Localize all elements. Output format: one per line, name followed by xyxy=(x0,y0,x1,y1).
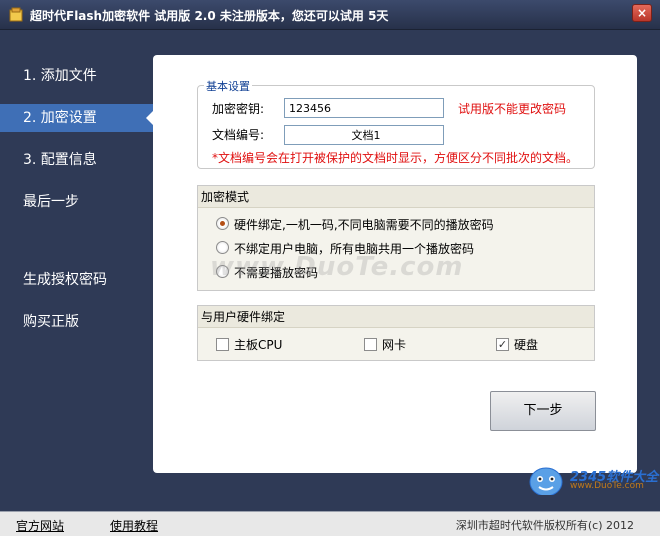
encrypt-mode-header: 加密模式 xyxy=(198,186,594,208)
option-shared-password[interactable]: 不绑定用户电脑，所有电脑共用一个播放密码 xyxy=(234,240,474,257)
sidebar: 1. 添加文件 2. 加密设置 3. 配置信息 最后一步 生成授权密码 购买正版 xyxy=(0,30,153,495)
settings-panel: 基本设置 加密密钥: 试用版不能更改密码 文档编号: *文档编号会在打开被保护的… xyxy=(153,55,637,473)
option-hardware-binding[interactable]: 硬件绑定,一机一码,不同电脑需要不同的播放密码 xyxy=(234,216,494,233)
hardware-binding-header: 与用户硬件绑定 xyxy=(198,306,594,328)
hardware-binding-group: 与用户硬件绑定 主板CPU 网卡 ✓ 硬盘 xyxy=(197,305,595,361)
checkbox-hard-disk[interactable]: ✓ xyxy=(496,338,509,351)
title-bar: 超时代Flash加密软件 试用版 2.0 未注册版本，您还可以试用 5天 × xyxy=(0,0,660,30)
sidebar-item-add-files[interactable]: 1. 添加文件 xyxy=(0,62,153,90)
password-note: 试用版不能更改密码 xyxy=(458,102,567,116)
label-motherboard-cpu[interactable]: 主板CPU xyxy=(234,336,282,353)
checkbox-motherboard-cpu[interactable] xyxy=(216,338,229,351)
checkbox-network-card[interactable] xyxy=(364,338,377,351)
docid-input[interactable] xyxy=(284,125,444,145)
close-button[interactable]: × xyxy=(632,4,652,22)
sidebar-item-config-info[interactable]: 3. 配置信息 xyxy=(0,146,153,174)
radio-no-password[interactable] xyxy=(216,265,229,278)
logo-url: www.DuoTe.com xyxy=(570,481,644,491)
basic-settings-group: 基本设置 加密密钥: 试用版不能更改密码 文档编号: *文档编号会在打开被保护的… xyxy=(197,78,595,169)
encrypt-mode-group: 加密模式 硬件绑定,一机一码,不同电脑需要不同的播放密码 不绑定用户电脑，所有电… xyxy=(197,185,595,291)
radio-shared-password[interactable] xyxy=(216,241,229,254)
app-icon xyxy=(9,7,23,22)
password-label: 加密密钥: xyxy=(212,102,265,116)
label-hard-disk[interactable]: 硬盘 xyxy=(514,336,538,353)
sidebar-item-encrypt-settings[interactable]: 2. 加密设置 xyxy=(0,104,153,132)
sidebar-item-generate-license[interactable]: 生成授权密码 xyxy=(0,266,153,294)
password-input[interactable] xyxy=(284,98,444,118)
sidebar-item-buy[interactable]: 购买正版 xyxy=(0,308,153,336)
option-no-password[interactable]: 不需要播放密码 xyxy=(234,264,318,281)
tutorial-link[interactable]: 使用教程 xyxy=(110,517,158,534)
docid-label: 文档编号: xyxy=(212,128,265,142)
sidebar-item-final-step[interactable]: 最后一步 xyxy=(0,188,153,216)
next-button[interactable]: 下一步 xyxy=(490,391,596,431)
label-network-card[interactable]: 网卡 xyxy=(382,336,406,353)
radio-hardware-binding[interactable] xyxy=(216,217,229,230)
basic-settings-legend: 基本设置 xyxy=(204,78,252,94)
window-title: 超时代Flash加密软件 试用版 2.0 未注册版本，您还可以试用 5天 xyxy=(30,9,389,23)
footer: 官方网站 使用教程 深圳市超时代软件版权所有(c) 2012 xyxy=(0,495,660,536)
docid-note: *文档编号会在打开被保护的文档时显示，方便区分不同批次的文档。 xyxy=(212,151,579,165)
copyright-text: 深圳市超时代软件版权所有(c) 2012 xyxy=(455,519,634,532)
official-site-link[interactable]: 官方网站 xyxy=(16,517,64,534)
